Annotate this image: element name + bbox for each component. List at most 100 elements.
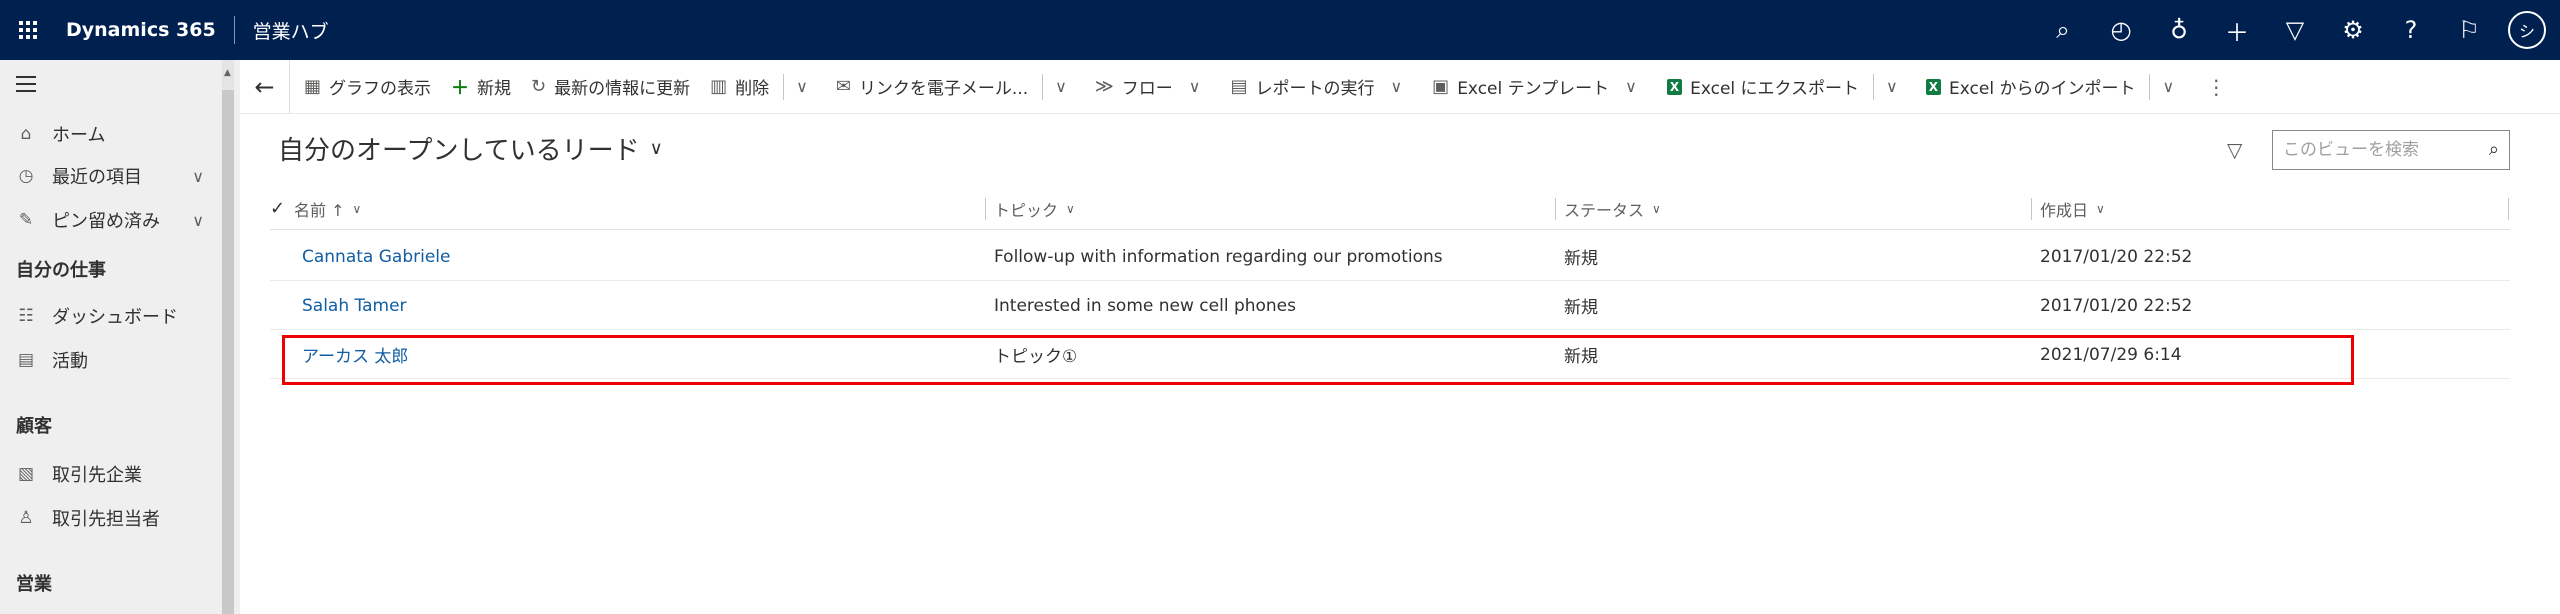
column-header-status[interactable]: ステータス ∨ — [1564, 188, 1661, 230]
lightbulb-icon[interactable]: ♁ — [2150, 0, 2208, 60]
lead-status: 新規 — [1564, 347, 1598, 367]
app-subtitle[interactable]: 営業ハブ — [235, 17, 329, 44]
plus-icon[interactable]: ＋ — [2208, 0, 2266, 60]
sidebar-section-my-work: 自分の仕事 — [16, 260, 106, 281]
table-row[interactable]: Cannata Gabriele Follow-up with informat… — [270, 232, 2510, 281]
table-row[interactable]: アーカス 太郎 トピック① 新規 2021/07/29 6:14 — [270, 330, 2510, 379]
search-icon[interactable]: ⌕ — [2034, 0, 2092, 60]
refresh-button[interactable]: ↻ 最新の情報に更新 — [521, 60, 700, 114]
view-search-box[interactable]: ⌕ — [2272, 130, 2510, 170]
run-report-button[interactable]: ▤ レポートの実行 ∨ — [1210, 60, 1412, 114]
new-button[interactable]: ＋ 新規 — [441, 60, 521, 114]
chevron-down-icon: ∨ — [1188, 77, 1201, 96]
hamburger-menu-icon[interactable] — [16, 76, 36, 92]
lead-name-link[interactable]: Cannata Gabriele — [302, 232, 450, 281]
app-title[interactable]: Dynamics 365 — [56, 19, 234, 41]
lead-created-date: 2017/01/20 22:52 — [2040, 246, 2193, 267]
chevron-down-icon[interactable]: ∨ — [192, 167, 204, 186]
sidebar-item-pinned[interactable]: ✎ ピン留め済み ∨ — [0, 200, 220, 240]
search-icon[interactable]: ⌕ — [2489, 139, 2499, 160]
import-chevron-icon[interactable]: ∨ — [2154, 60, 2182, 114]
view-search-input[interactable] — [2283, 140, 2473, 160]
lead-topic: トピック① — [994, 347, 1078, 367]
sidebar-section-customers: 顧客 — [16, 416, 52, 437]
lead-name-link[interactable]: アーカス 太郎 — [302, 330, 408, 379]
app-launcher-button[interactable] — [0, 0, 56, 60]
sidebar-item-recent[interactable]: ◷ 最近の項目 ∨ — [0, 156, 220, 196]
excel-template-icon: ▣ — [1432, 76, 1450, 97]
column-divider[interactable] — [2031, 198, 2032, 220]
more-commands-icon[interactable]: ⋮ — [2182, 60, 2234, 114]
column-header-topic[interactable]: トピック ∨ — [994, 188, 1075, 230]
clock-icon: ◷ — [18, 166, 34, 186]
table-row[interactable]: Salah Tamer Interested in some new cell … — [270, 281, 2510, 330]
feedback-icon[interactable]: ⚐ — [2440, 0, 2498, 60]
scroll-up-icon[interactable]: ▲ — [224, 68, 231, 78]
lead-name-link[interactable]: Salah Tamer — [302, 281, 407, 330]
column-header-name[interactable]: 名前 ↑ ∨ — [294, 188, 361, 230]
sidebar-item-contacts[interactable]: ♙ 取引先担当者 — [0, 498, 220, 538]
divider — [783, 73, 785, 100]
select-all-checkbox[interactable]: ✓ — [270, 198, 285, 219]
sidebar-item-home[interactable]: ⌂ ホーム — [0, 114, 220, 154]
chevron-down-icon: ∨ — [352, 202, 362, 216]
sidebar-item-label: ホーム — [52, 125, 106, 146]
lead-created-date: 2017/01/20 22:52 — [2040, 295, 2193, 316]
more-delete-chevron-icon[interactable]: ∨ — [788, 60, 816, 114]
back-button[interactable]: ← — [240, 59, 290, 114]
divider — [2149, 73, 2151, 100]
avatar[interactable]: シ — [2508, 11, 2546, 49]
refresh-icon: ↻ — [531, 76, 547, 97]
chevron-down-icon[interactable]: ∨ — [192, 211, 204, 230]
filter-icon[interactable]: ▽ — [2227, 138, 2242, 162]
lead-topic: Interested in some new cell phones — [994, 295, 1296, 316]
pin-icon: ✎ — [18, 210, 34, 230]
show-chart-button[interactable]: ▦ グラフの表示 — [290, 60, 441, 114]
sidebar-item-accounts[interactable]: ▧ 取引先企業 — [0, 454, 220, 494]
export-chevron-icon[interactable]: ∨ — [1878, 60, 1906, 114]
goal-icon[interactable]: ◴ — [2092, 0, 2150, 60]
sidebar-item-dashboard[interactable]: ☷ ダッシュボード — [0, 296, 220, 336]
grid-header: ✓ 名前 ↑ ∨ トピック ∨ ステータス ∨ 作成日 ∨ — [270, 188, 2510, 230]
flow-button[interactable]: ≫ フロー ∨ — [1075, 60, 1211, 114]
trash-icon: ▥ — [710, 76, 728, 97]
column-divider[interactable] — [985, 198, 986, 220]
run-report-label: レポートの実行 — [1255, 79, 1375, 99]
help-icon[interactable]: ? — [2382, 0, 2440, 60]
column-header-created[interactable]: 作成日 ∨ — [2040, 188, 2105, 230]
back-arrow-icon: ← — [254, 72, 275, 101]
divider — [1042, 73, 1044, 100]
email-link-chevron-icon[interactable]: ∨ — [1047, 60, 1075, 114]
sidebar-item-label: 活動 — [52, 351, 88, 372]
lead-topic: Follow-up with information regarding our… — [994, 246, 1443, 267]
column-header-label: 名前 ↑ — [294, 201, 345, 220]
delete-button[interactable]: ▥ 削除 — [700, 60, 779, 114]
import-from-excel-button[interactable]: X Excel からのインポート — [1906, 60, 2146, 114]
column-header-label: 作成日 — [2040, 201, 2089, 220]
scroll-thumb[interactable] — [222, 90, 234, 614]
email-link-button[interactable]: ✉ リンクを電子メール... — [816, 60, 1038, 114]
column-divider[interactable] — [1555, 198, 1556, 220]
export-to-excel-button[interactable]: X Excel にエクスポート — [1647, 60, 1869, 114]
lead-status: 新規 — [1564, 249, 1598, 269]
export-to-excel-label: Excel にエクスポート — [1690, 79, 1860, 99]
email-link-label: リンクを電子メール... — [858, 79, 1029, 99]
sidebar-item-activities[interactable]: ▤ 活動 — [0, 340, 220, 380]
column-divider[interactable] — [2508, 198, 2509, 220]
sidebar-scrollbar[interactable]: ▲ — [222, 60, 234, 614]
sidebar-item-label: 最近の項目 — [52, 167, 142, 188]
filter-icon[interactable]: ▽ — [2266, 0, 2324, 60]
gear-icon[interactable]: ⚙ — [2324, 0, 2382, 60]
building-icon: ▧ — [17, 464, 35, 484]
sidebar-item-label: 取引先企業 — [52, 465, 142, 486]
column-header-label: ステータス — [1564, 201, 1645, 220]
excel-template-button[interactable]: ▣ Excel テンプレート ∨ — [1412, 60, 1647, 114]
sidebar-item-label: ピン留め済み — [52, 211, 160, 232]
flow-label: フロー — [1121, 79, 1173, 99]
column-header-label: トピック — [994, 201, 1059, 220]
flow-icon: ≫ — [1094, 76, 1114, 97]
view-selector[interactable]: 自分のオープンしているリード ∨ — [278, 130, 663, 167]
chevron-down-icon: ∨ — [1652, 202, 1661, 216]
top-navigation-bar: Dynamics 365 営業ハブ ⌕ ◴ ♁ ＋ ▽ ⚙ ? ⚐ シ — [0, 0, 2560, 60]
lead-status: 新規 — [1564, 298, 1598, 318]
